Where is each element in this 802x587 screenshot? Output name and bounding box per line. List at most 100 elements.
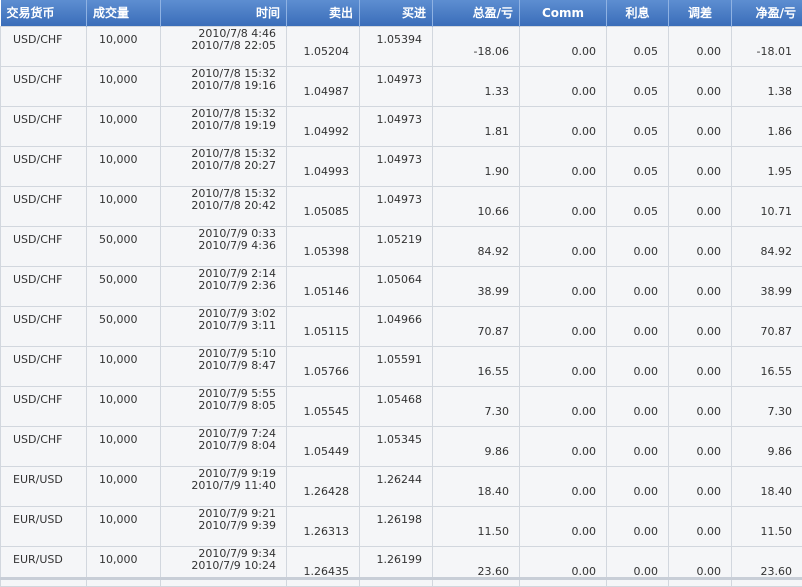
close-time: 2010/7/9 2:36 (167, 280, 276, 292)
cell-volume: 10,000 (87, 186, 161, 226)
cell-comm: 0.00 (520, 146, 607, 186)
cell-gross-pl: -18.06 (433, 26, 520, 66)
table-row[interactable]: USD/CHF50,0002010/7/9 0:332010/7/9 4:361… (1, 226, 802, 266)
cell-symbol: USD/CHF (1, 266, 87, 306)
cell-sell: 1.26428 (287, 466, 360, 506)
cell-adjust: 0.00 (669, 466, 732, 506)
table-row[interactable]: USD/CHF10,0002010/7/8 15:322010/7/8 20:4… (1, 186, 802, 226)
table-row[interactable]: USD/CHF10,0002010/7/8 15:322010/7/8 19:1… (1, 66, 802, 106)
cell-interest: 0.05 (607, 146, 669, 186)
cell-symbol: USD/CHF (1, 306, 87, 346)
open-time: 2010/7/8 15:32 (167, 108, 276, 120)
close-time: 2010/7/9 4:36 (167, 240, 276, 252)
cell-adjust: 0.00 (669, 26, 732, 66)
table-row[interactable]: USD/CHF10,0002010/7/9 7:242010/7/9 8:041… (1, 426, 802, 466)
open-time: 2010/7/8 15:32 (167, 68, 276, 80)
cell-sell: 1.05115 (287, 306, 360, 346)
table-row[interactable]: USD/CHF10,0002010/7/9 5:102010/7/9 8:471… (1, 346, 802, 386)
cell-symbol: USD/CHF (1, 426, 87, 466)
cell-volume: 10,000 (87, 106, 161, 146)
cell-buy: 1.05394 (360, 26, 433, 66)
cell-comm: 0.00 (520, 26, 607, 66)
cell-adjust: 0.00 (669, 506, 732, 546)
table-row[interactable]: USD/CHF10,0002010/7/9 5:552010/7/9 8:051… (1, 386, 802, 426)
table-row[interactable]: USD/CHF50,0002010/7/9 2:142010/7/9 2:361… (1, 266, 802, 306)
cell-volume: 10,000 (87, 386, 161, 426)
cell-gross-pl: 1.81 (433, 106, 520, 146)
cell-comm: 0.00 (520, 386, 607, 426)
cell-symbol: USD/CHF (1, 66, 87, 106)
column-header-net-pl[interactable]: 净盈/亏 (732, 0, 802, 26)
column-header-symbol[interactable]: 交易货币 (1, 0, 87, 26)
cell-time: 2010/7/8 15:322010/7/8 20:27 (161, 146, 287, 186)
cell-time: 2010/7/9 9:192010/7/9 11:40 (161, 466, 287, 506)
cell-buy: 1.05219 (360, 226, 433, 266)
open-time: 2010/7/9 7:24 (167, 428, 276, 440)
trade-history-table: 交易货币 成交量 时间 卖出 买进 总盈/亏 Comm 利息 调差 净盈/亏 U… (0, 0, 802, 587)
column-header-sell[interactable]: 卖出 (287, 0, 360, 26)
column-header-interest[interactable]: 利息 (607, 0, 669, 26)
close-time: 2010/7/9 8:47 (167, 360, 276, 372)
column-header-volume[interactable]: 成交量 (87, 0, 161, 26)
table-row[interactable]: EUR/USD10,0002010/7/9 9:212010/7/9 9:391… (1, 506, 802, 546)
cell-symbol: EUR/USD (1, 466, 87, 506)
open-time: 2010/7/8 4:46 (167, 28, 276, 40)
cell-interest: 0.05 (607, 186, 669, 226)
cell-buy: 1.26244 (360, 466, 433, 506)
cell-gross-pl: 7.30 (433, 386, 520, 426)
cell-sell: 1.05146 (287, 266, 360, 306)
cell-adjust: 0.00 (669, 546, 732, 586)
cell-adjust: 0.00 (669, 306, 732, 346)
table-row[interactable]: USD/CHF50,0002010/7/9 3:022010/7/9 3:111… (1, 306, 802, 346)
cell-gross-pl: 1.33 (433, 66, 520, 106)
cell-interest: 0.00 (607, 386, 669, 426)
cell-buy: 1.05345 (360, 426, 433, 466)
cell-comm: 0.00 (520, 226, 607, 266)
cell-gross-pl: 23.60 (433, 546, 520, 586)
column-header-gross-pl[interactable]: 总盈/亏 (433, 0, 520, 26)
cell-net-pl: 1.38 (732, 66, 802, 106)
cell-sell: 1.04992 (287, 106, 360, 146)
cell-buy: 1.05064 (360, 266, 433, 306)
cell-adjust: 0.00 (669, 386, 732, 426)
cell-net-pl: 16.55 (732, 346, 802, 386)
cell-symbol: USD/CHF (1, 226, 87, 266)
cell-interest: 0.00 (607, 546, 669, 586)
cell-symbol: EUR/USD (1, 546, 87, 586)
table-row[interactable]: EUR/USD10,0002010/7/9 9:342010/7/9 10:24… (1, 546, 802, 586)
open-time: 2010/7/9 0:33 (167, 228, 276, 240)
open-time: 2010/7/9 2:14 (167, 268, 276, 280)
cell-sell: 1.05545 (287, 386, 360, 426)
cell-symbol: USD/CHF (1, 106, 87, 146)
cell-interest: 0.05 (607, 106, 669, 146)
close-time: 2010/7/9 8:04 (167, 440, 276, 452)
close-time: 2010/7/8 20:42 (167, 200, 276, 212)
column-header-comm[interactable]: Comm (520, 0, 607, 26)
cell-volume: 10,000 (87, 346, 161, 386)
cell-adjust: 0.00 (669, 66, 732, 106)
open-time: 2010/7/9 5:55 (167, 388, 276, 400)
column-header-time[interactable]: 时间 (161, 0, 287, 26)
cell-buy: 1.26198 (360, 506, 433, 546)
cell-net-pl: 11.50 (732, 506, 802, 546)
cell-sell: 1.04987 (287, 66, 360, 106)
close-time: 2010/7/9 10:24 (167, 560, 276, 572)
cell-comm: 0.00 (520, 546, 607, 586)
cell-time: 2010/7/9 7:242010/7/9 8:04 (161, 426, 287, 466)
cell-comm: 0.00 (520, 346, 607, 386)
table-row[interactable]: USD/CHF10,0002010/7/8 15:322010/7/8 19:1… (1, 106, 802, 146)
cell-adjust: 0.00 (669, 186, 732, 226)
cell-sell: 1.05449 (287, 426, 360, 466)
close-time: 2010/7/9 3:11 (167, 320, 276, 332)
table-row[interactable]: USD/CHF10,0002010/7/8 15:322010/7/8 20:2… (1, 146, 802, 186)
cell-sell: 1.05766 (287, 346, 360, 386)
cell-volume: 10,000 (87, 26, 161, 66)
column-header-buy[interactable]: 买进 (360, 0, 433, 26)
column-header-adjust[interactable]: 调差 (669, 0, 732, 26)
cell-time: 2010/7/9 9:212010/7/9 9:39 (161, 506, 287, 546)
cell-buy: 1.04973 (360, 66, 433, 106)
cell-sell: 1.26435 (287, 546, 360, 586)
cell-time: 2010/7/9 0:332010/7/9 4:36 (161, 226, 287, 266)
table-row[interactable]: EUR/USD10,0002010/7/9 9:192010/7/9 11:40… (1, 466, 802, 506)
table-row[interactable]: USD/CHF10,0002010/7/8 4:462010/7/8 22:05… (1, 26, 802, 66)
